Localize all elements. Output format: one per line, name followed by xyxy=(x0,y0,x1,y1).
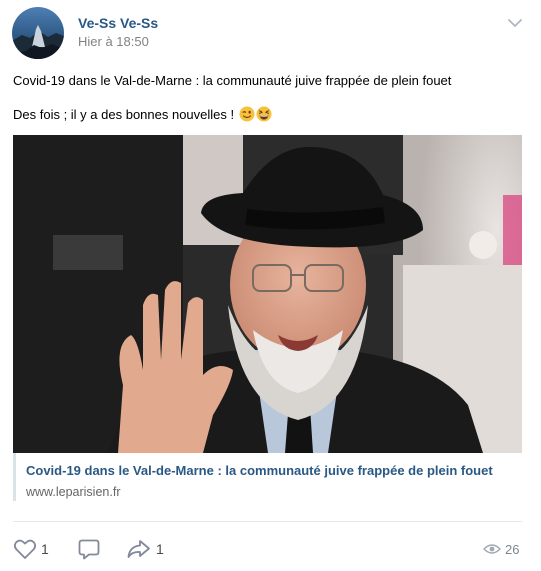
post-timestamp[interactable]: Hier à 18:50 xyxy=(78,34,149,49)
eye-icon xyxy=(483,544,501,554)
share-button[interactable]: 1 xyxy=(126,538,170,560)
link-preview-domain: www.leparisien.fr xyxy=(26,485,121,499)
wall-post: Ve-Ss Ve-Ss Hier à 18:50 Covid-19 dans l… xyxy=(0,0,541,571)
author-avatar[interactable] xyxy=(12,7,64,59)
grinning-squinting-face-emoji xyxy=(256,106,272,122)
actions-divider xyxy=(13,521,522,522)
post-text-spacer xyxy=(13,89,528,106)
author-name[interactable]: Ve-Ss Ve-Ss xyxy=(78,15,158,31)
post-text-line: Des fois ; il y a des bonnes nouvelles ! xyxy=(13,106,528,123)
post-menu-chevron-icon[interactable] xyxy=(507,16,523,28)
like-count: 1 xyxy=(41,541,49,557)
comment-button[interactable] xyxy=(77,538,103,560)
post-photo-image xyxy=(13,135,522,453)
like-button[interactable]: 1 xyxy=(13,538,55,560)
post-photo[interactable] xyxy=(13,135,522,453)
avatar-image xyxy=(12,7,64,59)
link-preview-title[interactable]: Covid-19 dans le Val-de-Marne : la commu… xyxy=(26,463,493,478)
heart-icon xyxy=(13,539,37,559)
share-count: 1 xyxy=(156,541,164,557)
post-text-line-2: Des fois ; il y a des bonnes nouvelles ! xyxy=(13,107,235,122)
views-counter: 26 xyxy=(483,540,523,560)
post-text-line: Covid-19 dans le Val-de-Marne : la commu… xyxy=(13,73,452,88)
winking-face-emoji xyxy=(239,106,255,122)
share-arrow-icon xyxy=(127,540,150,558)
comment-icon xyxy=(78,539,100,560)
views-count: 26 xyxy=(505,542,520,557)
link-preview[interactable]: Covid-19 dans le Val-de-Marne : la commu… xyxy=(13,453,522,501)
post-text: Covid-19 dans le Val-de-Marne : la commu… xyxy=(13,72,528,123)
